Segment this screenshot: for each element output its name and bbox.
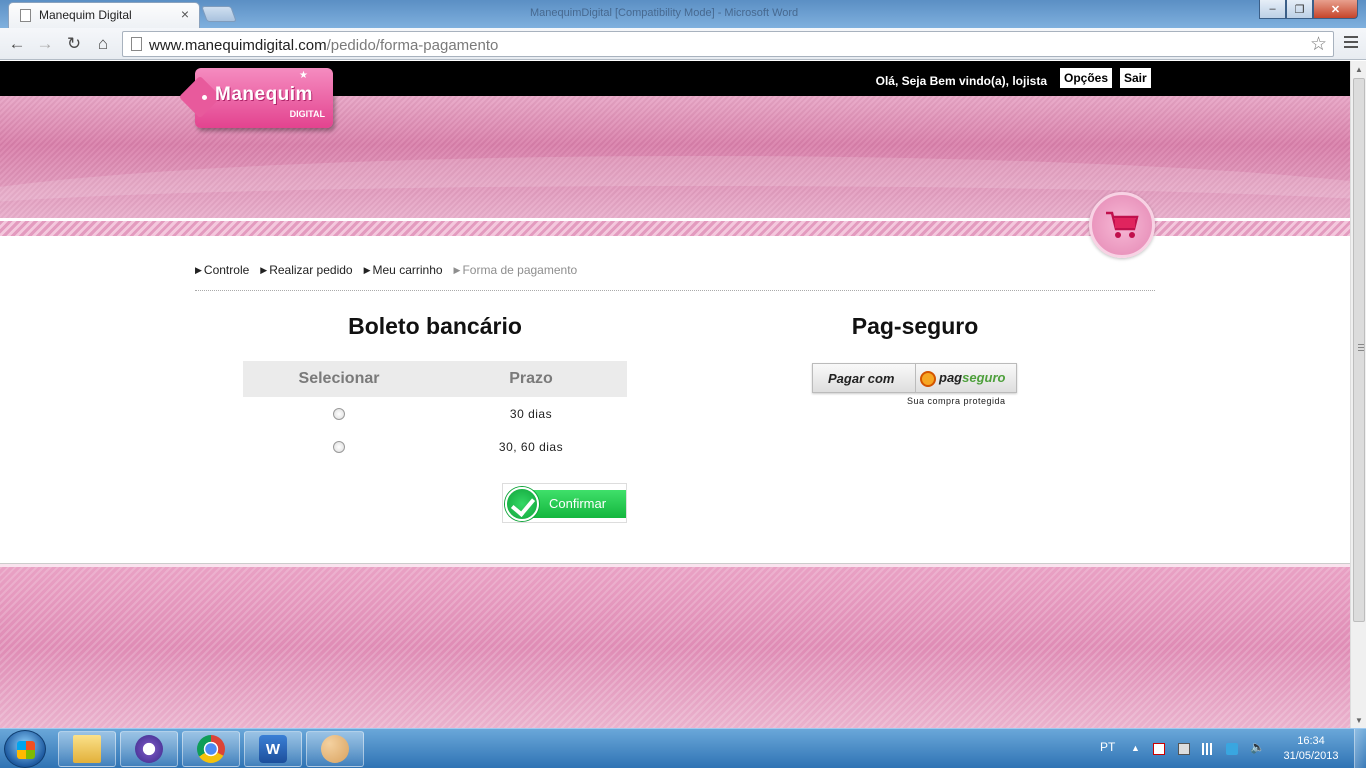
tab-title: Manequim Digital [39, 8, 132, 22]
reload-icon[interactable]: ↻ [62, 32, 86, 56]
breadcrumb-item-meu-carrinho[interactable]: Meu carrinho [364, 263, 443, 277]
site-footer [0, 564, 1350, 728]
pay-with-label: Pagar com [828, 371, 895, 386]
taskbar-torrent[interactable] [120, 731, 178, 767]
clock-date: 31/05/2013 [1283, 750, 1339, 762]
folder-icon [73, 735, 101, 763]
address-bar[interactable]: www.manequimdigital.com/pedido/forma-pag… [122, 31, 1334, 57]
windows-taskbar: W PT ▲ 🔈 16:34 31/05/2013 [0, 728, 1366, 768]
chrome-menu-icon[interactable] [1344, 36, 1358, 51]
word-icon: W [259, 735, 287, 763]
paint-icon [321, 735, 349, 763]
site-logo[interactable]: ★ Manequim DIGITAL [195, 68, 333, 128]
boleto-options-table: Selecionar Prazo 30 dias 30, 60 dias [243, 361, 627, 463]
table-row: 30, 60 dias [243, 430, 627, 463]
taskbar-word[interactable]: W [244, 731, 302, 767]
breadcrumb-item-forma-pagamento: Forma de pagamento [454, 263, 577, 277]
page-favicon-icon [20, 9, 31, 22]
breadcrumb-divider [195, 290, 1155, 291]
prazo-value: 30 dias [509, 406, 553, 421]
tab-close-icon[interactable]: × [181, 6, 189, 22]
show-desktop-button[interactable] [1354, 729, 1366, 768]
network-signal-icon[interactable] [1202, 743, 1214, 755]
window-title: ManequimDigital [Compatibility Mode] - M… [530, 7, 799, 19]
close-button[interactable]: ✕ [1313, 0, 1358, 19]
page-viewport: Olá, Seja Bem vindo(a), lojista Opções S… [0, 61, 1350, 728]
scroll-thumb[interactable] [1353, 78, 1365, 622]
pagseguro-title: Pag-seguro [851, 313, 979, 339]
options-button[interactable]: Opções [1060, 68, 1113, 88]
taskbar-chrome[interactable] [182, 731, 240, 767]
logo-name: Manequim [215, 84, 313, 105]
scroll-down-icon[interactable]: ▼ [1351, 712, 1366, 728]
logo-sub: DIGITAL [289, 109, 325, 119]
breadcrumb-item-realizar-pedido[interactable]: Realizar pedido [260, 263, 352, 277]
tray-expand-icon[interactable]: ▲ [1131, 743, 1143, 755]
battery-icon[interactable] [1178, 743, 1190, 755]
confirm-label: Confirmar [549, 496, 607, 511]
table-row: 30 dias [243, 397, 627, 430]
column-header-selecionar: Selecionar [243, 361, 435, 397]
home-icon[interactable]: ⌂ [91, 32, 115, 56]
column-header-prazo: Prazo [435, 361, 627, 397]
start-button[interactable] [4, 730, 46, 768]
taskbar-explorer[interactable] [58, 731, 116, 767]
language-indicator[interactable]: PT [1100, 740, 1115, 754]
browser-toolbar: ← → ↻ ⌂ www.manequimdigital.com/pedido/f… [0, 28, 1366, 60]
action-center-icon[interactable] [1153, 743, 1165, 755]
browser-tab[interactable]: Manequim Digital × [8, 2, 200, 28]
bookmark-star-icon[interactable]: ☆ [1310, 33, 1327, 56]
prazo-radio-30-60[interactable] [333, 441, 345, 454]
url-text[interactable]: www.manequimdigital.com/pedido/forma-pag… [149, 37, 498, 54]
page-scrollbar[interactable]: ▲ ▼ [1350, 61, 1366, 728]
system-clock[interactable]: 16:34 31/05/2013 [1278, 734, 1344, 764]
cart-icon[interactable] [1089, 192, 1155, 258]
new-tab-button[interactable] [201, 6, 237, 22]
pagseguro-pay-button[interactable]: Pagar com pagseguro [812, 363, 1017, 393]
back-arrow-icon[interactable]: ← [5, 32, 29, 56]
breadcrumb: Controle Realizar pedido Meu carrinho Fo… [195, 263, 577, 277]
boleto-title: Boleto bancário [348, 313, 522, 339]
page-icon [131, 37, 142, 51]
dropbox-icon[interactable] [1226, 743, 1238, 755]
pagseguro-brand: pagseguro [939, 370, 1006, 385]
volume-icon[interactable]: 🔈 [1250, 740, 1265, 754]
breadcrumb-item-controle[interactable]: Controle [195, 263, 249, 277]
maximize-button[interactable]: ❐ [1286, 0, 1313, 19]
scroll-up-icon[interactable]: ▲ [1351, 61, 1366, 77]
url-path: /pedido/forma-pagamento [326, 37, 499, 54]
prazo-value: 30, 60 dias [498, 439, 564, 454]
browser-titlebar: Manequim Digital × ManequimDigital [Comp… [0, 0, 1366, 28]
url-host: www.manequimdigital.com [149, 37, 327, 54]
chrome-icon [197, 735, 225, 763]
checkmark-icon [505, 487, 539, 521]
clock-time: 16:34 [1297, 735, 1325, 747]
torrent-icon [135, 735, 163, 763]
greeting-text: Olá, Seja Bem vindo(a), lojista [875, 74, 1047, 88]
logout-button[interactable]: Sair [1120, 68, 1151, 88]
taskbar-paint[interactable] [306, 731, 364, 767]
pagseguro-logo-icon [920, 371, 936, 387]
prazo-radio-30[interactable] [333, 408, 345, 421]
minimize-button[interactable]: ‒ [1259, 0, 1286, 19]
pagseguro-subtitle: Sua compra protegida [907, 396, 1006, 406]
forward-arrow-icon[interactable]: → [33, 32, 57, 56]
star-icon: ★ [299, 70, 308, 81]
confirm-button[interactable]: Confirmar [502, 483, 627, 523]
window-controls: ‒ ❐ ✕ [1259, 0, 1358, 20]
